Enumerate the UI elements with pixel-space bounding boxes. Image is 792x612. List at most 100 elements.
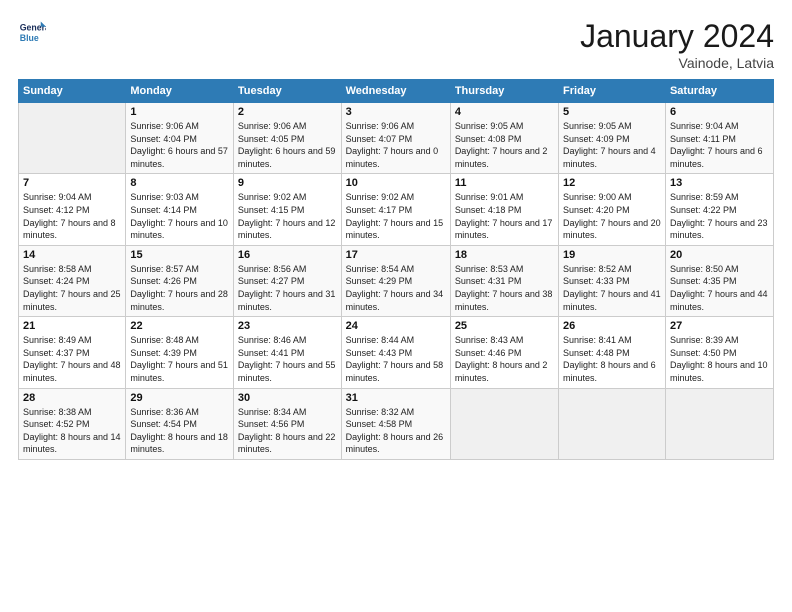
day-number: 7: [23, 177, 121, 189]
day-info: Sunrise: 8:39 AMSunset: 4:50 PMDaylight:…: [670, 334, 769, 384]
col-monday: Monday: [126, 80, 234, 103]
table-row: 11Sunrise: 9:01 AMSunset: 4:18 PMDayligh…: [450, 174, 558, 245]
day-number: 3: [346, 106, 446, 118]
table-row: 13Sunrise: 8:59 AMSunset: 4:22 PMDayligh…: [665, 174, 773, 245]
table-row: 26 Sunrise: 8:41 AMSunset: 4:48 PMDayligh…: [559, 317, 666, 388]
day-info: Sunrise: 8:32 AMSunset: 4:58 PMDaylight:…: [346, 406, 446, 456]
day-number: 1: [130, 106, 229, 118]
day-info: Sunrise: 9:04 AMSunset: 4:11 PMDaylight:…: [670, 120, 769, 170]
day-info: Sunrise: 8:54 AMSunset: 4:29 PMDaylight:…: [346, 263, 446, 313]
table-row: [19, 103, 126, 174]
table-row: 14 Sunrise: 8:58 AMSunset: 4:24 PMDayligh…: [19, 245, 126, 316]
header-row: Sunday Monday Tuesday Wednesday Thursday…: [19, 80, 774, 103]
day-number: 20: [670, 249, 769, 261]
table-row: 23 Sunrise: 8:46 AMSunset: 4:41 PMDayligh…: [233, 317, 341, 388]
table-row: 10 Sunrise: 9:02 AMSunset: 4:17 PMDayligh…: [341, 174, 450, 245]
day-info: Sunrise: 9:05 AMSunset: 4:09 PMDaylight:…: [563, 120, 661, 170]
table-row: 22 Sunrise: 8:48 AMSunset: 4:39 PMDayligh…: [126, 317, 234, 388]
day-number: 18: [455, 249, 554, 261]
day-info: Sunrise: 8:34 AMSunset: 4:56 PMDaylight:…: [238, 406, 337, 456]
day-number: 26: [563, 320, 661, 332]
day-info: Sunrise: 8:57 AMSunset: 4:26 PMDaylight:…: [130, 263, 229, 313]
svg-text:Blue: Blue: [20, 33, 39, 43]
table-row: 24Sunrise: 8:44 AMSunset: 4:43 PMDayligh…: [341, 317, 450, 388]
day-number: 5: [563, 106, 661, 118]
col-tuesday: Tuesday: [233, 80, 341, 103]
day-number: 25: [455, 320, 554, 332]
day-number: 9: [238, 177, 337, 189]
table-row: 12 Sunrise: 9:00 AMSunset: 4:20 PMDayligh…: [559, 174, 666, 245]
day-info: Sunrise: 9:00 AMSunset: 4:20 PMDaylight:…: [563, 191, 661, 241]
table-row: 18 Sunrise: 8:53 AMSunset: 4:31 PMDayligh…: [450, 245, 558, 316]
table-row: 28Sunrise: 8:38 AMSunset: 4:52 PMDayligh…: [19, 388, 126, 459]
day-info: Sunrise: 8:48 AMSunset: 4:39 PMDaylight:…: [130, 334, 229, 384]
day-info: Sunrise: 9:02 AMSunset: 4:15 PMDaylight:…: [238, 191, 337, 241]
table-row: 2 Sunrise: 9:06 AMSunset: 4:05 PMDaylight…: [233, 103, 341, 174]
col-friday: Friday: [559, 80, 666, 103]
logo-icon: General Blue: [18, 18, 46, 46]
day-number: 22: [130, 320, 229, 332]
day-number: 2: [238, 106, 337, 118]
day-number: 8: [130, 177, 229, 189]
table-row: 5 Sunrise: 9:05 AMSunset: 4:09 PMDaylight…: [559, 103, 666, 174]
table-row: [559, 388, 666, 459]
week-row-4: 21 Sunrise: 8:49 AMSunset: 4:37 PMDayligh…: [19, 317, 774, 388]
day-number: 16: [238, 249, 337, 261]
day-number: 23: [238, 320, 337, 332]
day-number: 29: [130, 392, 229, 404]
month-title: January 2024: [580, 18, 774, 55]
day-number: 6: [670, 106, 769, 118]
table-row: 8 Sunrise: 9:03 AMSunset: 4:14 PMDaylight…: [126, 174, 234, 245]
day-number: 31: [346, 392, 446, 404]
day-info: Sunrise: 8:38 AMSunset: 4:52 PMDaylight:…: [23, 406, 121, 456]
table-row: [450, 388, 558, 459]
day-info: Sunrise: 8:41 AMSunset: 4:48 PMDaylight:…: [563, 334, 661, 384]
day-info: Sunrise: 9:06 AMSunset: 4:05 PMDaylight:…: [238, 120, 337, 170]
col-wednesday: Wednesday: [341, 80, 450, 103]
day-number: 10: [346, 177, 446, 189]
day-number: 17: [346, 249, 446, 261]
day-info: Sunrise: 8:52 AMSunset: 4:33 PMDaylight:…: [563, 263, 661, 313]
table-row: 31 Sunrise: 8:32 AMSunset: 4:58 PMDayligh…: [341, 388, 450, 459]
week-row-1: 1 Sunrise: 9:06 AMSunset: 4:04 PMDaylight…: [19, 103, 774, 174]
day-info: Sunrise: 8:58 AMSunset: 4:24 PMDaylight:…: [23, 263, 121, 313]
day-number: 27: [670, 320, 769, 332]
header: General Blue January 2024 Vainode, Latvi…: [18, 18, 774, 71]
location: Vainode, Latvia: [580, 55, 774, 71]
table-row: 15 Sunrise: 8:57 AMSunset: 4:26 PMDayligh…: [126, 245, 234, 316]
day-number: 21: [23, 320, 121, 332]
day-info: Sunrise: 8:46 AMSunset: 4:41 PMDaylight:…: [238, 334, 337, 384]
week-row-3: 14 Sunrise: 8:58 AMSunset: 4:24 PMDayligh…: [19, 245, 774, 316]
table-row: 1 Sunrise: 9:06 AMSunset: 4:04 PMDaylight…: [126, 103, 234, 174]
col-thursday: Thursday: [450, 80, 558, 103]
table-row: 21 Sunrise: 8:49 AMSunset: 4:37 PMDayligh…: [19, 317, 126, 388]
title-block: January 2024 Vainode, Latvia: [580, 18, 774, 71]
day-info: Sunrise: 9:02 AMSunset: 4:17 PMDaylight:…: [346, 191, 446, 241]
day-info: Sunrise: 9:03 AMSunset: 4:14 PMDaylight:…: [130, 191, 229, 241]
table-row: 20Sunrise: 8:50 AMSunset: 4:35 PMDayligh…: [665, 245, 773, 316]
table-row: 19 Sunrise: 8:52 AMSunset: 4:33 PMDayligh…: [559, 245, 666, 316]
day-info: Sunrise: 8:49 AMSunset: 4:37 PMDaylight:…: [23, 334, 121, 384]
week-row-2: 7Sunrise: 9:04 AMSunset: 4:12 PMDaylight…: [19, 174, 774, 245]
table-row: [665, 388, 773, 459]
day-number: 14: [23, 249, 121, 261]
col-sunday: Sunday: [19, 80, 126, 103]
day-number: 19: [563, 249, 661, 261]
table-row: 9 Sunrise: 9:02 AMSunset: 4:15 PMDaylight…: [233, 174, 341, 245]
page: General Blue January 2024 Vainode, Latvi…: [0, 0, 792, 612]
day-info: Sunrise: 8:56 AMSunset: 4:27 PMDaylight:…: [238, 263, 337, 313]
day-info: Sunrise: 9:06 AMSunset: 4:04 PMDaylight:…: [130, 120, 229, 170]
day-info: Sunrise: 9:06 AMSunset: 4:07 PMDaylight:…: [346, 120, 446, 170]
day-info: Sunrise: 8:43 AMSunset: 4:46 PMDaylight:…: [455, 334, 554, 384]
day-info: Sunrise: 8:53 AMSunset: 4:31 PMDaylight:…: [455, 263, 554, 313]
day-number: 13: [670, 177, 769, 189]
day-info: Sunrise: 9:01 AMSunset: 4:18 PMDaylight:…: [455, 191, 554, 241]
day-number: 15: [130, 249, 229, 261]
table-row: 29Sunrise: 8:36 AMSunset: 4:54 PMDayligh…: [126, 388, 234, 459]
table-row: 27 Sunrise: 8:39 AMSunset: 4:50 PMDayligh…: [665, 317, 773, 388]
logo: General Blue: [18, 18, 46, 46]
day-number: 12: [563, 177, 661, 189]
calendar: Sunday Monday Tuesday Wednesday Thursday…: [18, 79, 774, 460]
day-number: 4: [455, 106, 554, 118]
table-row: 17 Sunrise: 8:54 AMSunset: 4:29 PMDayligh…: [341, 245, 450, 316]
